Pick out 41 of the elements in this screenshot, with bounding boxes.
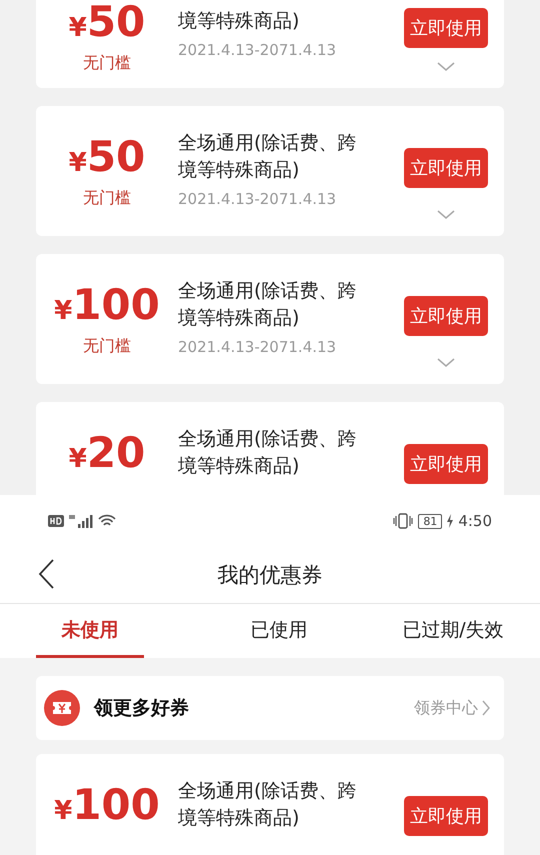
coupon-description: 全场通用(除话费、跨 境等特殊商品): [178, 779, 358, 831]
clock: 4:50: [458, 512, 492, 530]
coupon-amount: ¥20: [68, 430, 146, 479]
chevron-right-icon: [482, 700, 490, 716]
tab[interactable]: 未使用: [36, 604, 144, 658]
coupon-description: 全场通用(除话费、跨 境等特殊商品): [178, 427, 358, 479]
coupon-icon: [44, 690, 80, 726]
coupon-center-banner[interactable]: 领更多好券 领券中心: [36, 676, 504, 740]
battery-level: 81: [418, 514, 442, 528]
coupon-description: 全场通用(除话费、跨 境等特殊商品): [178, 279, 358, 331]
use-now-button[interactable]: 立即使用: [404, 296, 488, 336]
chevron-down-icon[interactable]: [436, 210, 456, 220]
coupon-validity: 2021.4.13-2071.4.13: [178, 338, 338, 356]
banner-title: 领更多好券: [94, 696, 190, 721]
wifi-icon: [98, 514, 116, 528]
coupon-condition: 无门槛: [82, 336, 132, 357]
coupon-description: 全场通用(除话费、跨 境等特殊商品): [178, 131, 358, 183]
use-now-button[interactable]: 立即使用: [404, 148, 488, 188]
back-icon[interactable]: [38, 559, 54, 589]
hd-icon: [48, 515, 64, 527]
chevron-down-icon[interactable]: [436, 358, 456, 368]
signal-icon: [68, 514, 94, 528]
vibrate-icon: [392, 513, 414, 529]
coupon-condition: 无门槛: [82, 53, 132, 74]
tab[interactable]: 已过期/失效: [366, 604, 540, 658]
coupon-description: 境等特殊商品): [178, 9, 300, 34]
use-now-button[interactable]: 立即使用: [404, 796, 488, 836]
tab[interactable]: 已使用: [192, 604, 366, 658]
chevron-down-icon[interactable]: [436, 62, 456, 72]
use-now-button[interactable]: 立即使用: [404, 444, 488, 484]
coupon-amount: ¥100: [53, 782, 161, 831]
coupon-center-link[interactable]: 领券中心: [414, 698, 490, 718]
use-now-button[interactable]: 立即使用: [404, 8, 488, 48]
coupon-validity: 2021.4.13-2071.4.13: [178, 41, 338, 59]
coupon-amount: ¥50: [68, 0, 146, 48]
coupon-condition: 无门槛: [82, 188, 132, 209]
coupon-amount: ¥50: [68, 134, 146, 183]
coupon-validity: 2021.4.13-2071.4.13: [178, 190, 338, 208]
charging-icon: [446, 514, 454, 528]
page-title: 我的优惠券: [218, 562, 322, 589]
coupon-amount: ¥100: [53, 282, 161, 331]
